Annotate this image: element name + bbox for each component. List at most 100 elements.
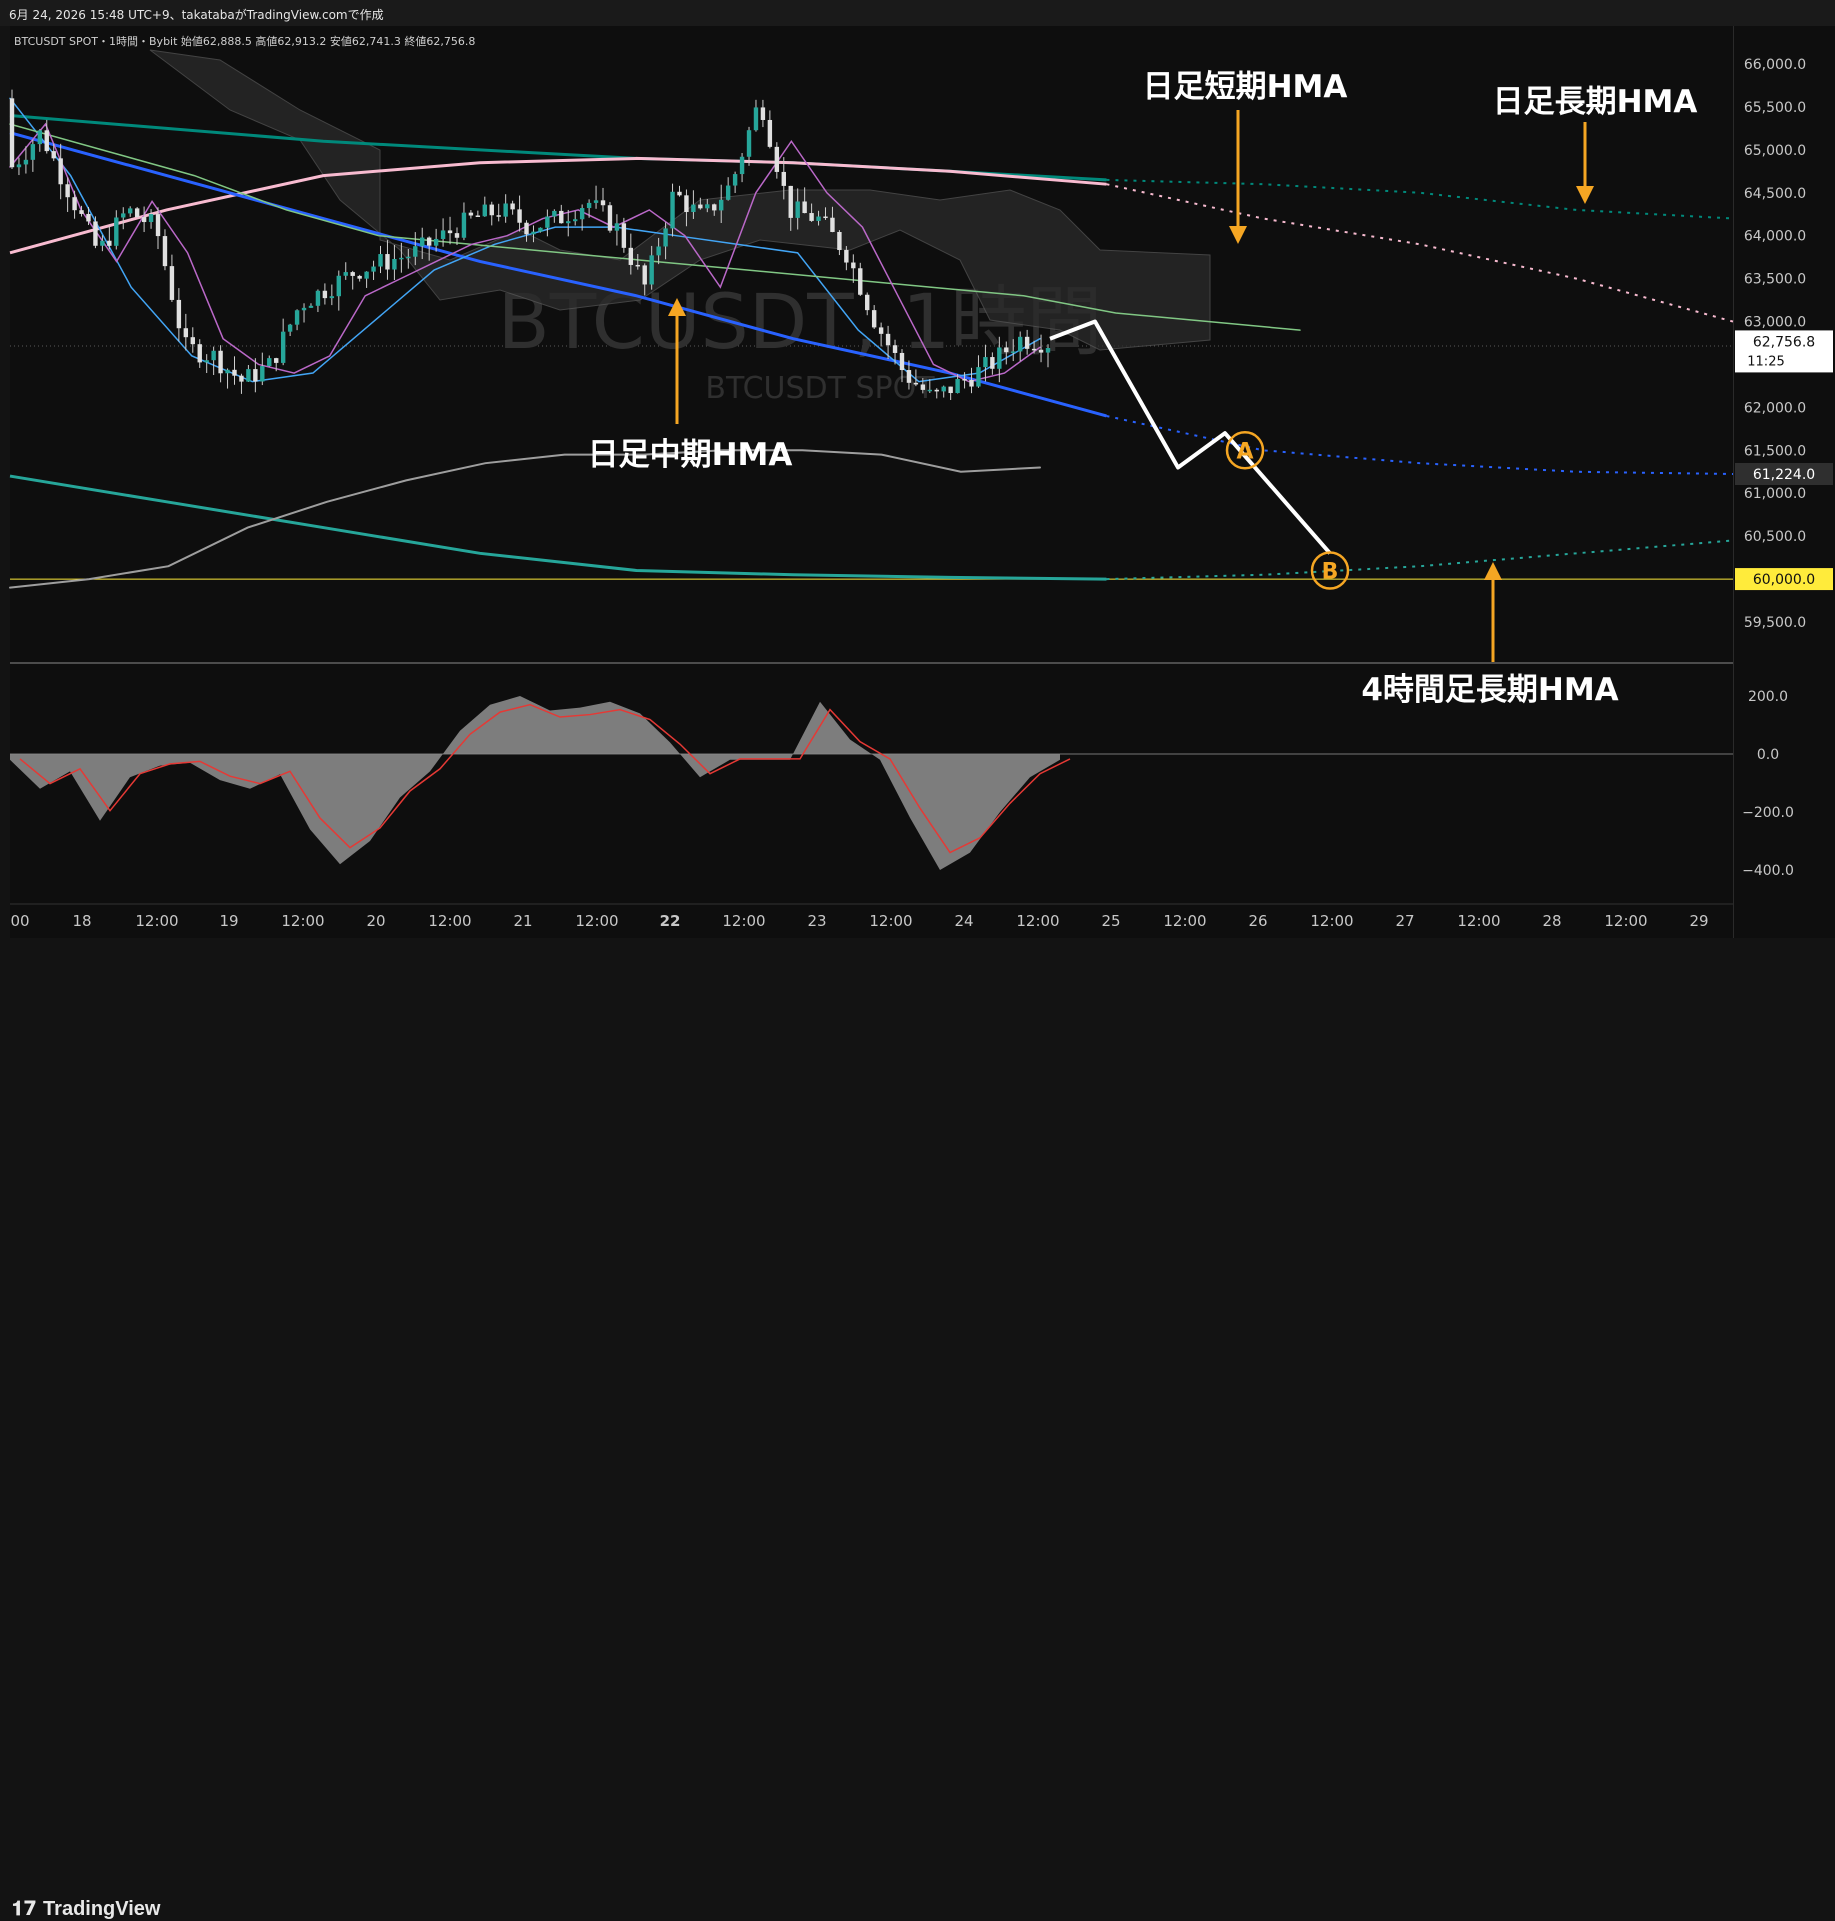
candle-body <box>802 201 807 214</box>
candle-body <box>649 255 654 285</box>
candle-body <box>566 221 571 224</box>
candle-body <box>990 357 995 369</box>
candle-body <box>983 357 988 368</box>
candle-body <box>343 272 348 276</box>
time-tick-label: 28 <box>1542 912 1561 930</box>
candle-body <box>260 366 265 382</box>
legend-high-label: 高値 <box>255 35 278 48</box>
time-tick-label: 12:00 <box>1310 912 1353 930</box>
time-tick-label: 12:00 <box>1457 912 1500 930</box>
candle-body <box>934 389 939 392</box>
wave-label-B: B <box>1322 559 1339 584</box>
candle-body <box>454 233 460 238</box>
candle-body <box>705 204 710 209</box>
candle-body <box>955 379 960 394</box>
candle-body <box>962 379 967 381</box>
candle-body <box>830 217 835 232</box>
time-tick-label: 12:00 <box>1604 912 1647 930</box>
chart-svg[interactable]: BTCUSDT, 1時間BTCUSDT SPOTAB日足短期HMA 日足長期HMA… <box>0 0 1835 1000</box>
osc-tick-label: −400.0 <box>1742 863 1794 879</box>
annotation-daily-long-hma: 日足長期HMA <box>1493 84 1698 120</box>
legend-low-label: 安値 <box>329 35 352 48</box>
candle-body <box>489 204 494 216</box>
candle-body <box>197 344 202 363</box>
oscillator-histogram <box>10 696 1060 870</box>
price-tick-label: 61,000.0 <box>1744 486 1806 502</box>
candle-body <box>322 290 328 299</box>
candle-body <box>823 216 828 219</box>
gray-indicator-line <box>9 449 1041 589</box>
candle-body <box>1031 348 1037 351</box>
candle-body <box>503 203 508 217</box>
price-marker-level-value: 60,000.0 <box>1753 572 1815 588</box>
time-tick-label: 20 <box>366 912 385 930</box>
candle-body <box>691 204 696 213</box>
candle-body <box>781 171 786 186</box>
candle-body <box>760 107 766 120</box>
price-tick-label: 61,500.0 <box>1744 443 1806 459</box>
price-tick-label: 65,500.0 <box>1744 100 1806 116</box>
candle-body <box>44 130 49 152</box>
candle-body <box>51 151 56 159</box>
time-tick-label: 27 <box>1395 912 1414 930</box>
candle-body <box>225 369 230 374</box>
hma-daily-long-projection <box>1106 178 1734 220</box>
candle-body <box>204 360 209 363</box>
candle-body <box>232 369 237 376</box>
candle-body <box>392 258 397 270</box>
candle-body <box>1024 336 1030 349</box>
candle-body <box>732 174 738 186</box>
legend-open-label: 始値 <box>180 35 203 48</box>
candle-body <box>572 219 578 222</box>
tradingview-logo[interactable]: 𝟏𝟳 TradingView <box>12 1896 161 1921</box>
candle-body <box>607 205 613 231</box>
candle-body <box>906 370 912 383</box>
symbol-legend: BTCUSDT SPOT・1時間・Bybit 始値62,888.5 高値62,9… <box>14 33 475 49</box>
candle-body <box>350 272 355 276</box>
candle-body <box>531 231 536 235</box>
candle-body <box>545 216 550 228</box>
time-tick-label: 22 <box>660 912 681 930</box>
annotation-arrowhead-h4-long-hma <box>1484 562 1502 580</box>
candle-body <box>920 384 926 390</box>
candle-body <box>16 164 22 168</box>
candle-body <box>1038 349 1044 353</box>
candle-body <box>663 228 668 247</box>
candle-body <box>155 214 161 237</box>
candle-body <box>315 290 321 306</box>
candle-body <box>253 369 258 382</box>
candle-body <box>426 237 432 246</box>
candle-body <box>413 246 418 257</box>
candle-body <box>871 310 877 328</box>
candle-body <box>552 210 557 217</box>
time-tick-label: 12:00 <box>869 912 912 930</box>
candle-body <box>72 197 77 211</box>
price-tick-label: 59,500.0 <box>1744 615 1806 631</box>
time-tick-label: 12:00 <box>1016 912 1059 930</box>
candle-body <box>559 210 564 224</box>
candle-body <box>176 299 182 329</box>
candle-body <box>218 350 223 374</box>
watermark-sub: BTCUSDT SPOT <box>705 371 935 406</box>
candle-body <box>1011 351 1016 353</box>
annotation-arrowhead-daily-long-hma <box>1576 186 1594 204</box>
candle-body <box>211 350 216 361</box>
osc-tick-label: −200.0 <box>1742 805 1794 821</box>
candle-body <box>614 223 620 231</box>
candle-body <box>899 352 905 371</box>
candle-body <box>725 185 731 200</box>
candle-body <box>851 262 856 269</box>
candle-body <box>294 310 300 325</box>
legend-close: 62,756.8 <box>426 35 476 48</box>
footer: 𝟏𝟳 TradingView <box>0 938 1835 1920</box>
time-tick-label: 24 <box>954 912 973 930</box>
candle-body <box>9 98 15 168</box>
countdown-value: 11:25 <box>1747 354 1784 369</box>
time-tick-label: 00 <box>10 912 29 930</box>
candle-body <box>100 240 105 246</box>
candle-body <box>593 200 599 203</box>
candle-body <box>1004 347 1009 353</box>
annotation-daily-mid-hma: 日足中期HMA <box>588 437 793 473</box>
candle-body <box>774 146 780 172</box>
candle-body <box>628 247 634 265</box>
